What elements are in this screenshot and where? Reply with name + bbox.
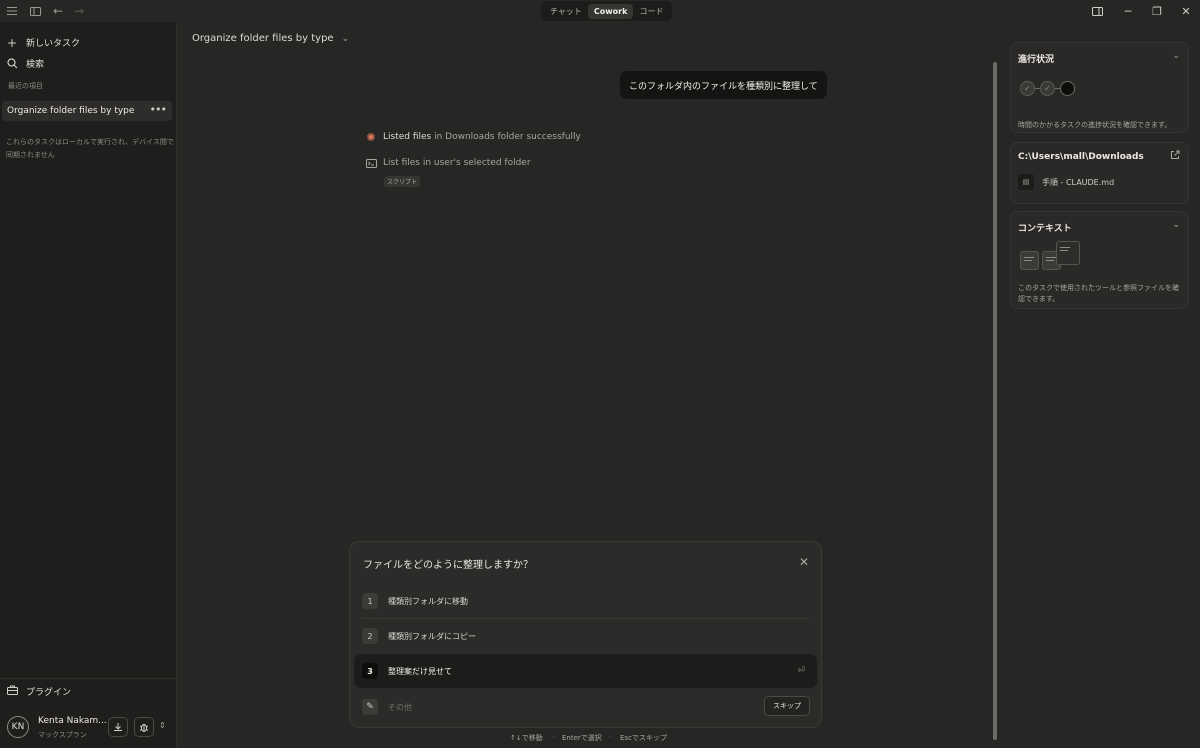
- minimize-icon[interactable]: ─: [1119, 2, 1137, 20]
- new-task-label: 新しいタスク: [26, 39, 81, 49]
- divider: [0, 678, 177, 679]
- panel-toggle-icon[interactable]: [1088, 2, 1106, 20]
- context-card: コンテキスト ⌄ このタスクで使用されたツールと参照ファイルを確認できます。: [1010, 211, 1189, 309]
- pencil-icon: ✎: [362, 699, 378, 715]
- close-window-icon[interactable]: ✕: [1177, 2, 1195, 20]
- option-show-plan[interactable]: 3 整理案だけ見せて ⏎: [354, 654, 817, 688]
- sidebar: + 新しいタスク 検索 最近の項目 Organize folder files …: [0, 22, 177, 748]
- download-icon[interactable]: [108, 717, 128, 737]
- task-title-dropdown[interactable]: Organize folder files by type ⌄: [192, 33, 349, 44]
- progress-desc: 時間のかかるタスクの進捗状況を確認できます。: [1018, 121, 1172, 129]
- chevron-down-icon: ⌄: [341, 33, 350, 44]
- option-label: 種類別フォルダに移動: [388, 596, 468, 606]
- more-options-icon[interactable]: •••: [150, 103, 167, 116]
- forward-arrow-icon[interactable]: →: [71, 3, 87, 19]
- external-link-icon[interactable]: [1170, 150, 1180, 163]
- skip-button[interactable]: スキップ: [764, 696, 810, 716]
- chevron-down-icon[interactable]: ⌄: [1172, 220, 1180, 230]
- folder-path: C:\Users\mall\Downloads: [1018, 152, 1144, 162]
- plus-icon: +: [6, 35, 18, 50]
- search-label: 検索: [26, 60, 45, 70]
- user-plan: マックスプラン: [38, 731, 87, 739]
- hint-skip: Escでスキップ: [620, 734, 667, 742]
- tab-cowork[interactable]: Cowork: [587, 3, 634, 19]
- check-icon: ✓: [1040, 81, 1055, 96]
- back-arrow-icon[interactable]: ←: [50, 3, 66, 19]
- script-tag: スクリプト: [384, 176, 421, 187]
- terminal-icon: [365, 157, 377, 169]
- dialog-title: ファイルをどのように整理しますか？: [363, 560, 533, 571]
- hint-dot: ·: [609, 733, 612, 741]
- option-number: 1: [362, 593, 378, 609]
- user-message: このフォルダ内のファイルを種類別に整理して: [620, 71, 827, 99]
- sidebar-toggle-icon[interactable]: [27, 3, 43, 19]
- task-label: Organize folder files by type: [7, 106, 135, 116]
- user-name: Kenta Nakam...: [38, 716, 107, 726]
- option-number: 2: [362, 628, 378, 644]
- file-icon: ▤: [1018, 174, 1034, 190]
- enter-icon: ⏎: [797, 666, 805, 676]
- step-list-files[interactable]: List files in user's selected folder: [365, 157, 531, 169]
- search-button[interactable]: 検索: [6, 57, 44, 70]
- hint-move: ↑↓で移動: [510, 734, 543, 742]
- user-profile[interactable]: KN Kenta Nakam... マックスプラン ⇕: [7, 716, 172, 742]
- option-move[interactable]: 1 種類別フォルダに移動: [354, 584, 817, 618]
- scrollbar[interactable]: [993, 62, 997, 740]
- progress-steps: ✓ ✓: [1020, 81, 1075, 96]
- expand-icon[interactable]: ⇕: [159, 721, 166, 730]
- briefcase-icon: [7, 685, 18, 698]
- file-name: 手順 - CLAUDE.md: [1042, 177, 1115, 187]
- file-item[interactable]: ▤ 手順 - CLAUDE.md: [1018, 174, 1114, 190]
- recent-caption: 最近の項目: [8, 82, 43, 90]
- option-label: 整理案だけ見せて: [388, 666, 452, 676]
- hint-select: Enterで選択: [562, 734, 602, 742]
- restore-icon[interactable]: ❐: [1148, 2, 1166, 20]
- mode-switch: チャット Cowork コード: [541, 1, 673, 21]
- sparkle-icon: ✺: [366, 130, 376, 144]
- search-icon: [6, 58, 18, 70]
- avatar: KN: [7, 716, 29, 738]
- progress-card: 進行状況 ⌄ ✓ ✓ 時間のかかるタスクの進捗状況を確認できます。: [1010, 42, 1189, 133]
- question-dialog: ファイルをどのように整理しますか？ ✕ 1 種類別フォルダに移動 2 種類別フォ…: [349, 541, 822, 728]
- step-listed-files[interactable]: ✺ Listed files in Downloads folder succe…: [365, 130, 581, 144]
- menu-icon[interactable]: [4, 3, 20, 19]
- current-step-icon: [1060, 81, 1075, 96]
- task-title: Organize folder files by type: [192, 33, 334, 44]
- title-bar: ← → チャット Cowork コード ─ ❐ ✕: [0, 0, 1200, 22]
- option-label: 種類別フォルダにコピー: [388, 631, 476, 641]
- context-title: コンテキスト: [1018, 224, 1072, 234]
- plugins-button[interactable]: プラグイン: [7, 685, 71, 698]
- step-highlight: Listed files: [383, 132, 432, 142]
- new-task-button[interactable]: + 新しいタスク: [6, 35, 81, 50]
- step-text: List files in user's selected folder: [383, 158, 531, 168]
- local-note: これらのタスクはローカルで実行され、デバイス間で同期されません: [6, 138, 174, 159]
- other-answer-row: ✎ スキップ: [354, 694, 817, 720]
- option-number: 3: [362, 663, 378, 679]
- progress-title: 進行状況: [1018, 55, 1055, 65]
- check-icon: ✓: [1020, 81, 1035, 96]
- folder-card: C:\Users\mall\Downloads ▤ 手順 - CLAUDE.md: [1010, 142, 1189, 204]
- context-desc: このタスクで使用されたツールと参照ファイルを確認できます。: [1018, 284, 1179, 303]
- option-copy[interactable]: 2 種類別フォルダにコピー: [354, 619, 817, 653]
- tab-code[interactable]: コード: [633, 3, 669, 20]
- chevron-down-icon[interactable]: ⌄: [1172, 51, 1180, 61]
- hint-dot: ·: [552, 733, 555, 741]
- context-files-illustration: [1020, 241, 1084, 273]
- other-answer-input[interactable]: [388, 702, 688, 712]
- step-rest: in Downloads folder successfully: [431, 132, 581, 142]
- sidebar-item-task[interactable]: Organize folder files by type •••: [2, 101, 172, 121]
- bug-icon[interactable]: [134, 717, 154, 737]
- tab-chat[interactable]: チャット: [544, 3, 588, 20]
- close-icon[interactable]: ✕: [799, 555, 809, 569]
- plugins-label: プラグイン: [26, 688, 72, 698]
